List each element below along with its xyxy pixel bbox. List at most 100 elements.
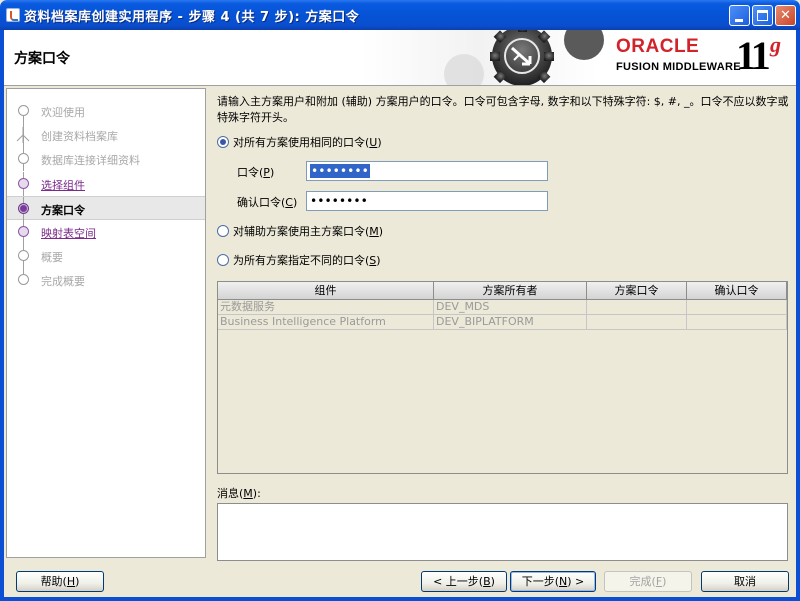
cell-schema-owner: DEV_MDS — [434, 300, 587, 315]
maximize-button[interactable] — [752, 5, 773, 26]
button-mnemonic: B — [483, 575, 491, 588]
step-label: 完成概要 — [41, 275, 85, 288]
button-text: 下一步( — [521, 575, 560, 588]
cell-confirm-password[interactable] — [687, 315, 787, 330]
step-summary: 概要 — [7, 244, 205, 268]
label-mnemonic: P — [263, 166, 270, 179]
radio-same-password[interactable] — [217, 136, 229, 148]
label-mnemonic: C — [285, 196, 293, 209]
column-header-schema-password[interactable]: 方案口令 — [587, 282, 687, 300]
label-text: 消息( — [217, 487, 244, 500]
messages-box[interactable] — [217, 503, 788, 561]
step-completion-summary: 完成概要 — [7, 268, 205, 292]
button-mnemonic: N — [559, 575, 568, 588]
cell-component: 元数据服务 — [218, 300, 434, 315]
cell-schema-password[interactable] — [587, 315, 687, 330]
column-header-confirm-password[interactable]: 确认口令 — [687, 282, 787, 300]
label-text: 确认口令( — [237, 196, 286, 209]
finish-button[interactable]: 完成(F) — [604, 571, 692, 592]
column-header-component[interactable]: 组件 — [218, 282, 434, 300]
cell-schema-password[interactable] — [587, 300, 687, 315]
step-indicator — [18, 226, 29, 237]
step-label: 创建资料档案库 — [41, 130, 118, 143]
label-close: ) — [269, 166, 275, 179]
button-close: ) — [75, 575, 80, 588]
step-map-tablespaces[interactable]: 映射表空间 — [7, 220, 205, 244]
minimize-button[interactable] — [729, 5, 750, 26]
option-label: 对所有方案使用相同的口令( — [233, 136, 370, 149]
button-close: ) — [490, 575, 495, 588]
button-close: ) — [662, 575, 667, 588]
option-label-close: ) — [376, 253, 381, 267]
table-header: 组件 方案所有者 方案口令 确认口令 — [218, 282, 787, 300]
button-mnemonic: H — [66, 575, 76, 588]
password-field[interactable]: •••••••• — [306, 161, 548, 181]
button-text: < 上一步( — [433, 575, 484, 588]
option-aux-use-main[interactable]: 对辅助方案使用主方案口令(M) — [217, 223, 383, 239]
header-banner: 方案口令 ORACLE FUSION MIDDLEWARE 11 g — [4, 30, 796, 86]
confirm-password-label: 确认口令(C) — [237, 194, 307, 210]
button-text: 取消 — [734, 575, 756, 588]
steps-panel: 欢迎使用 创建资料档案库 数据库连接详细资料 选择组件 方案口令 映射表空间 概… — [6, 88, 206, 558]
cell-component: Business Intelligence Platform — [218, 315, 434, 330]
help-button[interactable]: 帮助(H) — [16, 571, 104, 592]
option-label: 对辅助方案使用主方案口令( — [233, 225, 370, 238]
step-db-connection: 数据库连接详细资料 — [7, 147, 205, 171]
cell-confirm-password[interactable] — [687, 300, 787, 315]
minimize-icon — [735, 19, 743, 22]
step-label: 欢迎使用 — [41, 106, 85, 119]
step-indicator — [18, 178, 29, 189]
cell-schema-owner: DEV_BIPLATFORM — [434, 315, 587, 330]
step-label: 数据库连接详细资料 — [41, 154, 140, 167]
oracle-wordmark: ORACLE — [616, 36, 700, 57]
step-label[interactable]: 映射表空间 — [41, 225, 96, 241]
step-connector — [23, 116, 24, 123]
oracle-logo: ORACLE FUSION MIDDLEWARE — [616, 36, 741, 73]
step-label: 概要 — [41, 251, 63, 264]
step-indicator — [18, 274, 29, 285]
confirm-password-field[interactable]: •••••••• — [306, 191, 548, 211]
step-create-repository: 创建资料档案库 — [7, 123, 205, 147]
step-label[interactable]: 选择组件 — [41, 177, 85, 193]
next-button[interactable]: 下一步(N) > — [510, 571, 596, 592]
password-label: 口令(P) — [237, 164, 307, 180]
confirm-password-value: •••••••• — [310, 194, 368, 208]
messages-label: 消息(M): — [217, 485, 261, 501]
step-indicator — [18, 105, 29, 116]
title-bar[interactable]: 资料档案库创建实用程序 - 步骤 4 (共 7 步): 方案口令 ✕ — [0, 0, 800, 30]
gear-logo-icon — [444, 30, 604, 85]
option-different-passwords[interactable]: 为所有方案指定不同的口令(S) — [217, 252, 381, 268]
button-text: 完成( — [629, 575, 656, 588]
password-value: •••••••• — [310, 164, 370, 178]
close-button[interactable]: ✕ — [775, 5, 796, 26]
java-app-icon[interactable] — [6, 8, 20, 22]
label-close: ): — [252, 487, 261, 500]
step-indicator — [18, 153, 29, 164]
option-label-close: ) — [378, 224, 384, 238]
table-row[interactable]: Business Intelligence Platform DEV_BIPLA… — [218, 315, 787, 330]
instructions-text: 请输入主方案用户和附加 (辅助) 方案用户的口令。口令可包含字母, 数字和以下特… — [217, 95, 789, 124]
fusion-middleware-text: FUSION MIDDLEWARE — [616, 61, 741, 73]
option-label-close: ) — [377, 135, 382, 149]
close-icon: ✕ — [780, 8, 791, 23]
schema-table[interactable]: 组件 方案所有者 方案口令 确认口令 元数据服务 DEV_MDS Busines… — [217, 281, 788, 474]
back-button[interactable]: < 上一步(B) — [421, 571, 507, 592]
branch-indicator-icon — [16, 127, 30, 143]
option-same-password[interactable]: 对所有方案使用相同的口令(U) — [217, 134, 382, 150]
radio-different-passwords[interactable] — [217, 254, 229, 266]
version-suffix: g — [770, 32, 781, 57]
step-indicator — [18, 203, 29, 214]
window-title: 资料档案库创建实用程序 - 步骤 4 (共 7 步): 方案口令 — [24, 10, 360, 25]
label-text: 口令( — [237, 166, 264, 179]
option-mnemonic: S — [369, 253, 377, 267]
step-select-components[interactable]: 选择组件 — [7, 172, 205, 196]
label-mnemonic: M — [243, 487, 253, 500]
cancel-button[interactable]: 取消 — [701, 571, 789, 592]
version-number: 11 — [736, 33, 771, 78]
table-row[interactable]: 元数据服务 DEV_MDS — [218, 300, 787, 315]
radio-aux-use-main[interactable] — [217, 225, 229, 237]
step-indicator — [18, 250, 29, 261]
button-text: 帮助( — [40, 575, 67, 588]
page-title: 方案口令 — [14, 51, 70, 67]
column-header-schema-owner[interactable]: 方案所有者 — [434, 282, 587, 300]
